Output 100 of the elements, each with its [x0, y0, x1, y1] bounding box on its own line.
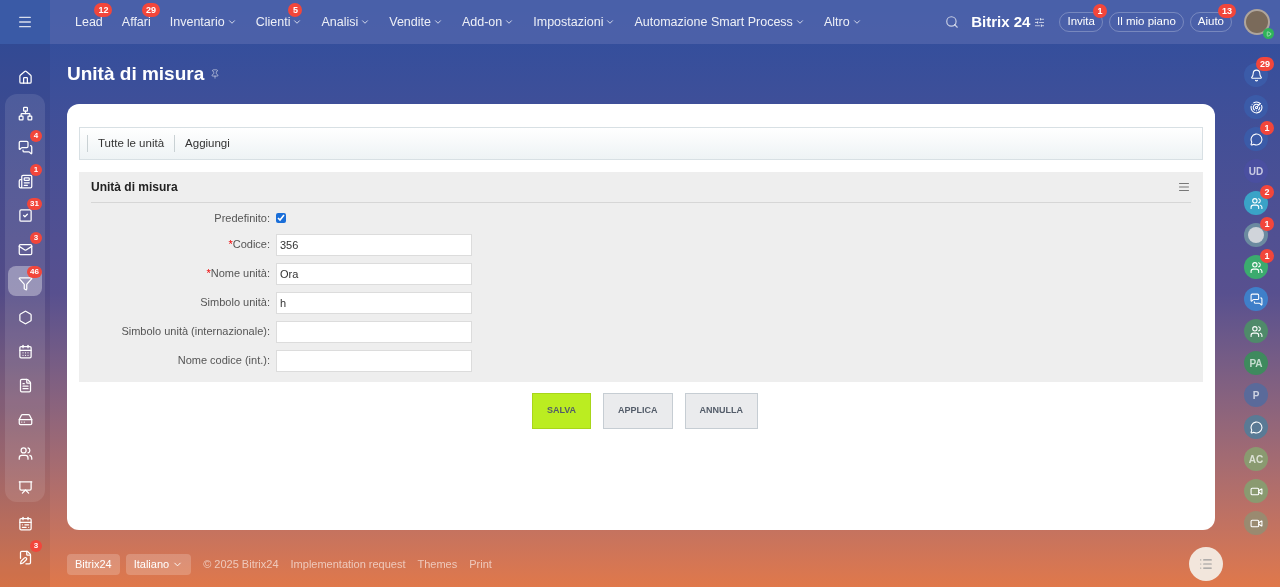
- settings-menu-icon[interactable]: [1177, 181, 1191, 193]
- chevron-icon: [292, 17, 303, 27]
- nav-menu-item[interactable]: Automazione Smart Process: [634, 12, 805, 32]
- input-field[interactable]: [276, 320, 472, 343]
- calendar-icon: [17, 343, 33, 359]
- brand-logo: Bitrix 24: [971, 11, 1031, 32]
- chat-avatar-button[interactable]: [1244, 479, 1268, 503]
- people-icon: [17, 445, 33, 461]
- toolbar-link[interactable]: Aggiungi: [174, 134, 240, 153]
- sidebar-item[interactable]: 3: [8, 232, 42, 262]
- count-badge: 46: [27, 266, 42, 278]
- chat-avatar-button[interactable]: PA: [1244, 351, 1268, 375]
- copyright-text: © 2025 Bitrix24: [203, 556, 279, 572]
- checkbox-icon: [17, 207, 33, 223]
- presentation-icon: [17, 479, 33, 495]
- count-badge: 2: [1260, 185, 1274, 199]
- nav-menu-item[interactable]: Impostazioni: [533, 12, 616, 32]
- count-badge: 4: [30, 130, 42, 142]
- field-label: Simbolo unità:: [199, 295, 271, 311]
- chat-avatar-button[interactable]: UD: [1244, 159, 1268, 183]
- count-badge: 1: [1260, 249, 1274, 263]
- chat-icon: [1249, 292, 1263, 306]
- input-field[interactable]: 356: [276, 233, 472, 256]
- form-button[interactable]: ANNULLA: [684, 392, 759, 429]
- form-button[interactable]: APPLICA: [603, 392, 673, 429]
- chat-avatar-button[interactable]: [1244, 255, 1268, 279]
- play-icon: [1263, 28, 1274, 39]
- count-badge: 5: [288, 2, 303, 17]
- sidebar-item[interactable]: 4: [8, 130, 42, 160]
- count-badge: 3: [30, 232, 42, 244]
- nav-menu-item[interactable]: Vendite: [389, 12, 443, 32]
- chat-icon: [1249, 420, 1263, 434]
- mail-icon: [17, 241, 33, 257]
- chat-icon: [17, 139, 33, 155]
- input-field[interactable]: Ora: [276, 262, 472, 285]
- initials-text: AC: [1248, 452, 1264, 467]
- chat-avatar-button[interactable]: P: [1244, 383, 1268, 407]
- count-badge: 31: [27, 198, 42, 210]
- input-field[interactable]: [276, 349, 472, 372]
- chevron-icon: [794, 17, 805, 27]
- chat-avatar-button[interactable]: [1244, 415, 1268, 439]
- initials-text: PA: [1249, 356, 1263, 371]
- default-checkbox[interactable]: [276, 213, 286, 224]
- user-avatar[interactable]: [1244, 9, 1270, 35]
- count-badge: 1: [30, 164, 42, 176]
- document-icon: [17, 377, 33, 393]
- pin-icon[interactable]: [210, 69, 221, 79]
- nav-menu-item[interactable]: Inventario: [169, 12, 237, 32]
- chevron-icon: [226, 17, 237, 27]
- edit-document-icon: [17, 549, 33, 565]
- drive-icon: [17, 411, 33, 427]
- schedule-icon: [17, 515, 33, 531]
- field-label: Simbolo unità (internazionale):: [120, 324, 271, 340]
- form-title: Unità di misura: [91, 179, 178, 196]
- group-icon: [1249, 260, 1263, 274]
- nav-menu-item[interactable]: Analisi: [321, 12, 371, 32]
- chevron-icon: [504, 17, 515, 27]
- initials-text: UD: [1248, 164, 1264, 179]
- home-icon: [17, 69, 33, 85]
- count-badge: 3: [30, 540, 42, 552]
- form-button[interactable]: SALVA: [531, 392, 592, 429]
- funnel-icon: [17, 275, 33, 291]
- chevron-icon: [360, 17, 371, 27]
- page-title: Unità di misura: [67, 61, 205, 86]
- count-badge: 29: [1256, 57, 1274, 71]
- count-badge: 29: [142, 2, 161, 17]
- input-field[interactable]: h: [276, 291, 472, 314]
- chat-avatar-button[interactable]: [1244, 319, 1268, 343]
- sidebar-item[interactable]: 3: [8, 540, 42, 570]
- count-badge: 1: [1092, 4, 1107, 18]
- sidebar-item[interactable]: 46: [8, 266, 42, 296]
- toolbar-link[interactable]: Tutte le unità: [87, 134, 175, 153]
- bell-icon: [1249, 68, 1263, 82]
- field-label: Predefinito:: [213, 211, 271, 226]
- chat-avatar-button[interactable]: [1244, 223, 1268, 247]
- group-icon: [1249, 196, 1263, 210]
- sidebar-item[interactable]: 31: [8, 198, 42, 228]
- chat-avatar-button[interactable]: [1244, 127, 1268, 151]
- list-button[interactable]: [1189, 547, 1223, 581]
- chat-avatar-button[interactable]: [1244, 191, 1268, 215]
- list-icon: [1199, 557, 1213, 571]
- count-badge: 13: [1218, 4, 1236, 18]
- search-icon[interactable]: [945, 15, 960, 29]
- sidebar-item[interactable]: 1: [8, 164, 42, 194]
- menu-icon[interactable]: [17, 14, 33, 30]
- nav-menu-item[interactable]: Altro: [823, 12, 862, 32]
- field-label: Nome codice (int.):: [176, 353, 271, 369]
- sliders-icon[interactable]: [1034, 16, 1046, 28]
- chat-avatar-button[interactable]: [1244, 95, 1268, 119]
- chevron-icon: [605, 17, 616, 27]
- initials-text: P: [1252, 388, 1260, 403]
- chat-avatar-button[interactable]: [1244, 63, 1268, 87]
- chat-avatar-button[interactable]: [1244, 287, 1268, 311]
- radar-icon: [1249, 100, 1263, 114]
- chat-avatar-button[interactable]: [1244, 511, 1268, 535]
- chevron-icon: [851, 17, 862, 27]
- count-badge: 1: [1260, 121, 1274, 135]
- count-badge: 1: [1260, 217, 1274, 231]
- nav-menu-item[interactable]: Add-on: [461, 12, 515, 32]
- chat-icon: [1249, 132, 1263, 146]
